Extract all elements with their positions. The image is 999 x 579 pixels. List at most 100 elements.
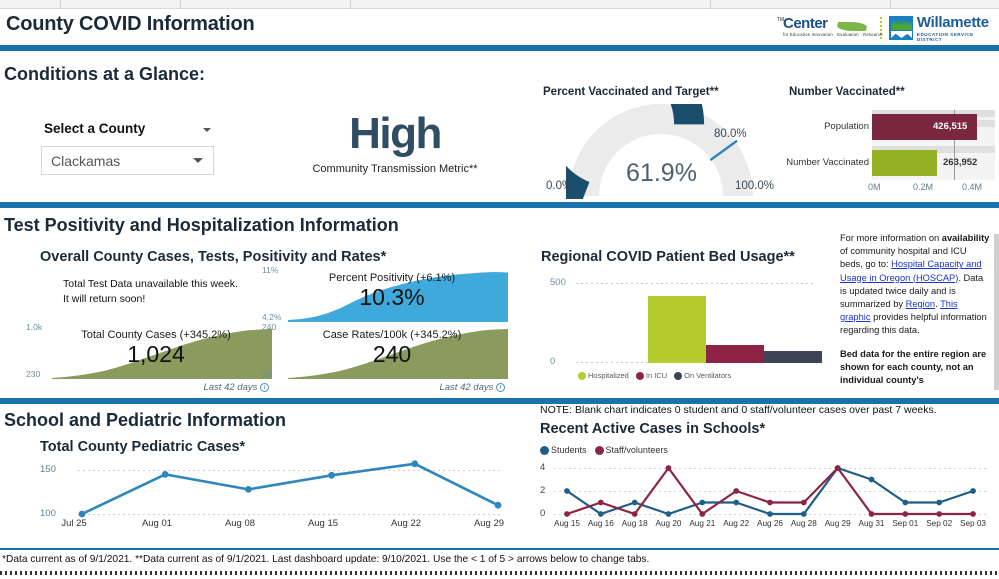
- ped-ytick-150: 150: [40, 464, 56, 475]
- percent-vaccinated-gauge: 61.9% 0.0% 100.0% 80.0%: [546, 104, 776, 199]
- axis-top-case-rates: 240: [262, 322, 277, 332]
- dashboard-page: County COVID Information TM Center for E…: [0, 0, 999, 579]
- title-total-county-cases: Total County Cases (+345.2%): [81, 329, 231, 341]
- bed-info-paragraph-2: Bed data for the entire region are shown…: [840, 348, 987, 385]
- sch-ytick-2: 2: [540, 485, 546, 496]
- title-case-rates: Case Rates/100k (+345.2%): [322, 329, 462, 341]
- legend-label-students: Students: [551, 445, 587, 455]
- link-region[interactable]: Region: [906, 299, 935, 309]
- chevron-down-icon[interactable]: [193, 158, 203, 163]
- center-logo: TM Center for Education Innovation · Eva…: [777, 15, 882, 41]
- number-vaccinated-plot: 426,515 263,952: [872, 110, 995, 180]
- footnote-case-rates: Last 42 days i: [439, 382, 505, 393]
- gauge-value-label: 61.9%: [626, 159, 697, 187]
- legend-item-on-ventilators: On Ventilators: [674, 371, 731, 380]
- sch-xtick-12: Sep 03: [960, 519, 986, 528]
- nv-xtick-1: 0.2M: [913, 182, 934, 192]
- ped-xtick-1: Aug 01: [141, 518, 173, 529]
- county-select-dropdown[interactable]: Clackamas: [41, 146, 214, 175]
- gauge-title: Percent Vaccinated and Target**: [543, 86, 719, 98]
- gauge-min-label: 0.0%: [546, 180, 573, 192]
- willamette-esd-logo: Willamette EDUCATION SERVICE DISTRICT: [889, 13, 997, 42]
- bed-ytick-min: 0: [550, 356, 556, 367]
- chart-bed-usage: 500 0 Hospitalized In ICU On Ventilators: [548, 275, 828, 385]
- info-text-1: For more information on: [840, 233, 942, 243]
- legend-label-hospitalized: Hospitalized: [588, 371, 629, 380]
- bar-number-vaccinated: [872, 150, 937, 176]
- number-vaccinated-title: Number Vaccinated**: [789, 86, 905, 98]
- chevron-down-icon-label[interactable]: [203, 128, 211, 132]
- chart-percent-positivity: 11% 4.2% Percent Positivity (+6.1%) 10.3…: [262, 265, 508, 322]
- bar-hospitalized: [648, 296, 706, 363]
- info-bold-availability: availability: [941, 233, 990, 243]
- nv-xtick-2: 0.4M: [962, 182, 983, 192]
- legend-item-hospitalized: Hospitalized: [578, 371, 629, 380]
- legend-dot-on-ventilators: [674, 371, 683, 380]
- page-title: County COVID Information: [6, 13, 255, 35]
- axis-bottom-case-rates: 54: [262, 369, 272, 379]
- section-title-positivity: Test Positivity and Hospitalization Info…: [4, 215, 399, 235]
- axis-bottom-total-county-cases: 230: [26, 369, 41, 379]
- legend-item-staff: Staff/volunteers: [594, 445, 668, 455]
- info-icon[interactable]: i: [496, 383, 505, 392]
- willamette-mark-icon: [889, 16, 913, 40]
- ped-xtick-0: Jul 25: [61, 518, 87, 529]
- transmission-level: High: [349, 109, 442, 158]
- value-percent-positivity: 10.3%: [359, 284, 425, 310]
- county-select-value: Clackamas: [51, 153, 121, 169]
- transmission-caption: Community Transmission Metric**: [312, 163, 478, 175]
- chart-total-county-cases: 1.0k 230 Total County Cases (+345.2%) 1,…: [26, 322, 272, 393]
- number-vaccinated-chart: 426,515 263,952 Population Number Vaccin…: [786, 110, 995, 198]
- title-percent-positivity: Percent Positivity (+6.1%): [328, 272, 456, 284]
- footnote-total-county-cases: Last 42 days i: [203, 382, 269, 393]
- schools-title: Recent Active Cases in Schools*: [540, 421, 766, 437]
- bed-info-paragraph-1: For more information on availability of …: [840, 232, 990, 338]
- schools-note: NOTE: Blank chart indicates 0 student an…: [540, 404, 937, 416]
- ped-xtick-3: Aug 15: [307, 518, 339, 529]
- gauge-max-label: 100.0%: [735, 180, 775, 192]
- bed-usage-title: Regional COVID Patient Bed Usage**: [541, 249, 795, 265]
- section-title-school: School and Pediatric Information: [4, 410, 287, 430]
- logo-group: TM Center for Education Innovation · Eva…: [777, 13, 997, 42]
- bar-value-population: 426,515: [933, 121, 968, 132]
- schools-legend: Students Staff/volunteers: [540, 445, 668, 455]
- browser-chrome-strip: [0, 0, 999, 9]
- nv-xtick-0: 0M: [868, 182, 881, 192]
- ped-xtick-2: Aug 08: [224, 518, 256, 529]
- chart-pediatric-cases: 150 100 Jul 25 Aug 01 Aug 08 Aug 15 Aug …: [40, 456, 510, 536]
- legend-dot-in-icu: [635, 371, 644, 380]
- bar-in-icu: [706, 345, 764, 363]
- footer-dotted-border: [0, 571, 999, 575]
- bar-on-ventilators: [764, 351, 822, 363]
- willamette-logo-word: Willamette: [916, 13, 989, 31]
- chart-case-rates-100k: 240 54 Case Rates/100k (+345.2%) 240 Las…: [262, 322, 508, 393]
- legend-label-staff: Staff/volunteers: [605, 445, 668, 455]
- pediatric-line-svg: [78, 460, 502, 518]
- county-select-label: Select a County: [44, 121, 146, 136]
- bed-info-text: For more information on availability of …: [840, 232, 990, 392]
- legend-label-in-icu: In ICU: [645, 371, 668, 380]
- side-info-scrollbar[interactable]: [994, 234, 999, 390]
- ped-xtick-4: Aug 22: [390, 518, 422, 529]
- bed-usage-plot: [576, 283, 822, 363]
- sch-ytick-4: 4: [540, 462, 546, 473]
- info-icon[interactable]: i: [260, 383, 269, 392]
- section-title-conditions: Conditions at a Glance:: [4, 64, 206, 84]
- center-logo-subtitle: for Education Innovation · Evaluation · …: [783, 32, 883, 37]
- footer-text: *Data current as of 9/1/2021. **Data cur…: [2, 554, 650, 565]
- bar-value-number-vaccinated: 263,952: [943, 157, 978, 168]
- header-divider: [0, 45, 999, 51]
- footer-divider: [0, 548, 999, 550]
- overall-subtitle: Overall County Cases, Tests, Positivity …: [40, 249, 387, 265]
- bar-label-population: Population: [824, 121, 869, 132]
- legend-label-on-ventilators: On Ventilators: [684, 371, 732, 380]
- ped-xtick-5: Aug 29: [473, 518, 505, 529]
- legend-item-students: Students: [540, 445, 587, 455]
- schools-line-svg: [564, 465, 976, 517]
- sch-ytick-0: 0: [540, 508, 546, 519]
- chart-schools-cases: 4 2 0 Aug 15 Aug 16 Aug 18 Aug 20 Aug 21 Aug …: [540, 462, 992, 540]
- legend-dot-staff: [594, 445, 604, 455]
- willamette-logo-subtitle: EDUCATION SERVICE DISTRICT: [916, 31, 974, 42]
- legend-item-in-icu: In ICU: [635, 371, 668, 380]
- section-divider-positivity: [0, 202, 999, 208]
